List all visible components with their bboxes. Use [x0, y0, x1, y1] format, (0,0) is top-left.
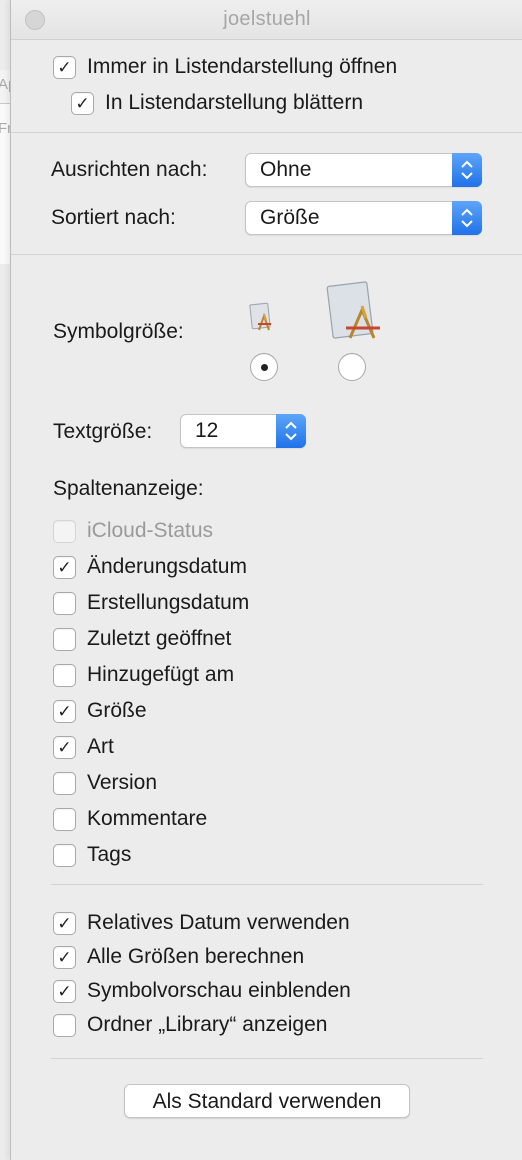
checkbox[interactable] — [53, 1013, 76, 1037]
checkbox[interactable]: ✓ — [53, 911, 76, 935]
checkbox-label: Kommentare — [87, 807, 208, 830]
column-row-icloud-status: iCloud-Status — [53, 519, 213, 543]
icon-size-label: Symbolgröße: — [53, 320, 184, 343]
column-row-version[interactable]: Version — [53, 771, 157, 795]
checkbox-label: Größe — [87, 699, 147, 722]
checkbox-label: Art — [87, 735, 114, 758]
checkbox[interactable] — [53, 663, 76, 687]
divider — [11, 132, 522, 133]
view-options-panel: joelstuehl ✓ Immer in Listendarstellung … — [10, 0, 522, 1160]
checkbox-label: Alle Größen berechnen — [87, 945, 305, 968]
checkbox[interactable]: ✓ — [53, 979, 76, 1003]
checkbox-label: Tags — [87, 843, 132, 866]
use-as-defaults-button[interactable]: Als Standard verwenden — [124, 1084, 410, 1118]
column-row-modified[interactable]: ✓ Änderungsdatum — [53, 555, 247, 579]
checkbox[interactable]: ✓ — [53, 735, 76, 759]
checkbox-label: Hinzugefügt am — [87, 663, 235, 686]
popup-arrows-icon — [276, 414, 306, 448]
checkbox-label: Zuletzt geöffnet — [87, 627, 232, 650]
checkbox-label: Ordner „Library“ anzeigen — [87, 1013, 328, 1036]
checkbox — [53, 519, 76, 543]
checkbox-label: Erstellungsdatum — [87, 591, 250, 614]
checkbox-label: Symbolvorschau einblenden — [87, 979, 351, 1002]
option-row-icon-preview[interactable]: ✓ Symbolvorschau einblenden — [53, 979, 351, 1003]
arrange-popup[interactable]: Ohne — [245, 153, 482, 187]
checkbox[interactable] — [53, 591, 76, 615]
checkbox-label: iCloud-Status — [87, 519, 214, 542]
popup-arrows-icon — [452, 153, 482, 187]
window-title: joelstuehl — [223, 8, 311, 30]
sort-popup[interactable]: Größe — [245, 201, 482, 235]
checkbox[interactable]: ✓ — [53, 55, 76, 79]
checkbox-label: Änderungsdatum — [87, 555, 247, 578]
divider — [51, 1058, 483, 1059]
option-row-calculate-sizes[interactable]: ✓ Alle Größen berechnen — [53, 945, 304, 969]
sort-label: Sortiert nach: — [51, 206, 176, 229]
checkbox[interactable] — [53, 843, 76, 867]
arrange-value: Ohne — [260, 158, 312, 181]
checkbox-label: In Listendarstellung blättern — [105, 91, 363, 114]
divider — [51, 884, 483, 885]
small-application-icon — [249, 302, 277, 339]
text-size-value: 12 — [195, 419, 219, 442]
column-row-kind[interactable]: ✓ Art — [53, 735, 114, 759]
checkbox-label: Immer in Listendarstellung öffnen — [87, 55, 398, 78]
checkbox[interactable] — [53, 627, 76, 651]
option-row-relative-date[interactable]: ✓ Relatives Datum verwenden — [53, 911, 350, 935]
checkbox-row-always-list[interactable]: ✓ Immer in Listendarstellung öffnen — [53, 55, 397, 79]
checkbox-label: Version — [87, 771, 158, 794]
icon-size-large-radio[interactable] — [338, 353, 366, 381]
checkbox[interactable] — [53, 771, 76, 795]
checkbox[interactable]: ✓ — [53, 555, 76, 579]
checkbox[interactable]: ✓ — [53, 699, 76, 723]
checkbox[interactable]: ✓ — [71, 91, 94, 115]
column-row-tags[interactable]: Tags — [53, 843, 131, 867]
radio-selected-dot — [261, 364, 268, 371]
popup-arrows-icon — [452, 201, 482, 235]
arrange-label: Ausrichten nach: — [51, 158, 208, 181]
divider — [11, 254, 522, 255]
title-bar[interactable]: joelstuehl — [11, 0, 522, 40]
text-size-label: Textgröße: — [53, 420, 153, 443]
column-row-size[interactable]: ✓ Größe — [53, 699, 147, 723]
icon-size-small-radio[interactable] — [250, 353, 278, 381]
checkbox[interactable]: ✓ — [53, 945, 76, 969]
column-row-created[interactable]: Erstellungsdatum — [53, 591, 249, 615]
sort-value: Größe — [260, 206, 320, 229]
text-size-popup[interactable]: 12 — [180, 414, 306, 448]
checkbox-label: Relatives Datum verwenden — [87, 911, 350, 934]
large-application-icon — [324, 280, 388, 349]
option-row-library-folder[interactable]: Ordner „Library“ anzeigen — [53, 1013, 327, 1037]
columns-heading: Spaltenanzeige: — [53, 477, 204, 500]
checkbox[interactable] — [53, 807, 76, 831]
column-row-last-opened[interactable]: Zuletzt geöffnet — [53, 627, 231, 651]
column-row-added[interactable]: Hinzugefügt am — [53, 663, 234, 687]
checkbox-row-browse-list[interactable]: ✓ In Listendarstellung blättern — [71, 91, 363, 115]
column-row-comments[interactable]: Kommentare — [53, 807, 207, 831]
